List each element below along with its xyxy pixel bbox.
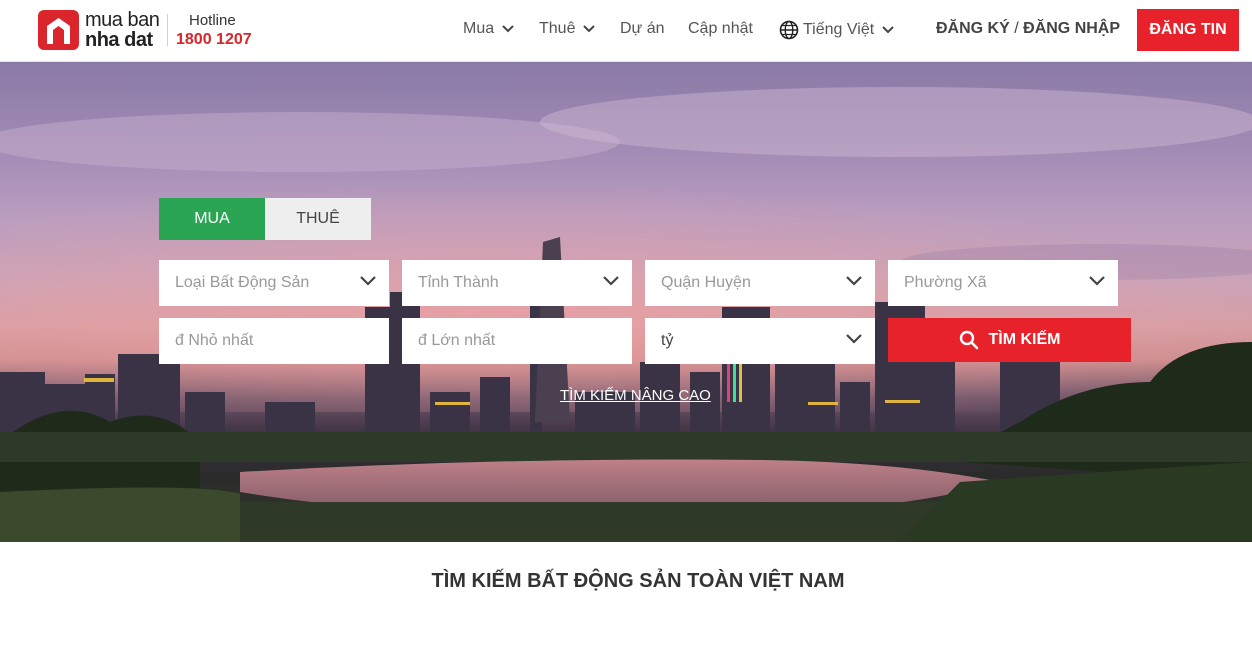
price-unit-select[interactable]: tỷ <box>645 318 875 364</box>
min-price-placeholder: đ Nhỏ nhất <box>175 332 254 349</box>
logo-text-top: mua ban <box>85 9 160 31</box>
search-button[interactable]: TÌM KIẾM <box>888 318 1131 362</box>
max-price-input[interactable]: đ Lớn nhất <box>402 318 632 364</box>
hotline-number[interactable]: 1800 1207 <box>176 31 252 49</box>
site-header: mua ban nha dat Hotline 1800 1207 Mua Th… <box>0 0 1252 62</box>
chevron-down-icon <box>882 26 894 34</box>
ward-select[interactable]: Phường Xã <box>888 260 1118 306</box>
login-link[interactable]: ĐĂNG NHẬP <box>1023 20 1120 37</box>
auth-separator: / <box>1014 20 1019 37</box>
property-type-placeholder: Loại Bất Động Sản <box>175 274 310 291</box>
header-divider <box>167 14 168 46</box>
language-label: Tiếng Việt <box>803 21 875 38</box>
post-listing-button[interactable]: ĐĂNG TIN <box>1137 9 1239 51</box>
price-unit-value: tỷ <box>661 332 674 349</box>
nav-item-mua[interactable]: Mua <box>463 20 514 38</box>
chevron-down-icon <box>502 25 514 33</box>
auth-links: ĐĂNG KÝ / ĐĂNG NHẬP <box>936 20 1120 38</box>
nav-item-label: Cập nhật <box>688 20 753 37</box>
logo[interactable]: mua ban nha dat <box>38 9 160 51</box>
nav-item-label: Dự án <box>620 20 665 37</box>
min-price-input[interactable]: đ Nhỏ nhất <box>159 318 389 364</box>
logo-house-icon <box>38 10 79 50</box>
province-select[interactable]: Tỉnh Thành <box>402 260 632 306</box>
ward-placeholder: Phường Xã <box>904 274 987 291</box>
property-type-select[interactable]: Loại Bất Động Sản <box>159 260 389 306</box>
nav-item-du-an[interactable]: Dự án <box>620 20 665 38</box>
nav-item-cap-nhat[interactable]: Cập nhật <box>688 20 753 38</box>
district-placeholder: Quận Huyện <box>661 274 751 291</box>
district-select[interactable]: Quận Huyện <box>645 260 875 306</box>
tab-mua[interactable]: MUA <box>159 198 265 240</box>
search-tabs: MUA THUÊ <box>159 198 371 240</box>
section-title: TÌM KIẾM BẤT ĐỘNG SẢN TOÀN VIỆT NAM <box>431 570 845 592</box>
language-selector[interactable]: Tiếng Việt <box>779 20 894 40</box>
chevron-down-icon <box>846 276 862 286</box>
hotline-label: Hotline <box>189 12 236 29</box>
search-icon <box>959 330 978 350</box>
hotline: Hotline 1800 1207 <box>176 12 252 49</box>
advanced-search-link[interactable]: TÌM KIẾM NÂNG CAO <box>560 387 711 404</box>
nav-item-label: Mua <box>463 20 495 37</box>
hero-banner: MUA THUÊ Loại Bất Động Sản Tỉnh Thành Qu… <box>0 62 1252 542</box>
tab-thue[interactable]: THUÊ <box>265 198 371 240</box>
max-price-placeholder: đ Lớn nhất <box>418 332 496 349</box>
nav-item-thue[interactable]: Thuê <box>539 20 596 38</box>
chevron-down-icon <box>603 276 619 286</box>
nav-item-label: Thuê <box>539 20 576 37</box>
chevron-down-icon <box>360 276 376 286</box>
chevron-down-icon <box>846 334 862 344</box>
search-button-label: TÌM KIẾM <box>988 331 1061 348</box>
register-link[interactable]: ĐĂNG KÝ <box>936 20 1010 37</box>
logo-text-bottom: nha dat <box>85 29 153 51</box>
globe-icon <box>779 20 799 40</box>
province-placeholder: Tỉnh Thành <box>418 274 499 291</box>
chevron-down-icon <box>583 25 596 33</box>
chevron-down-icon <box>1089 276 1105 286</box>
